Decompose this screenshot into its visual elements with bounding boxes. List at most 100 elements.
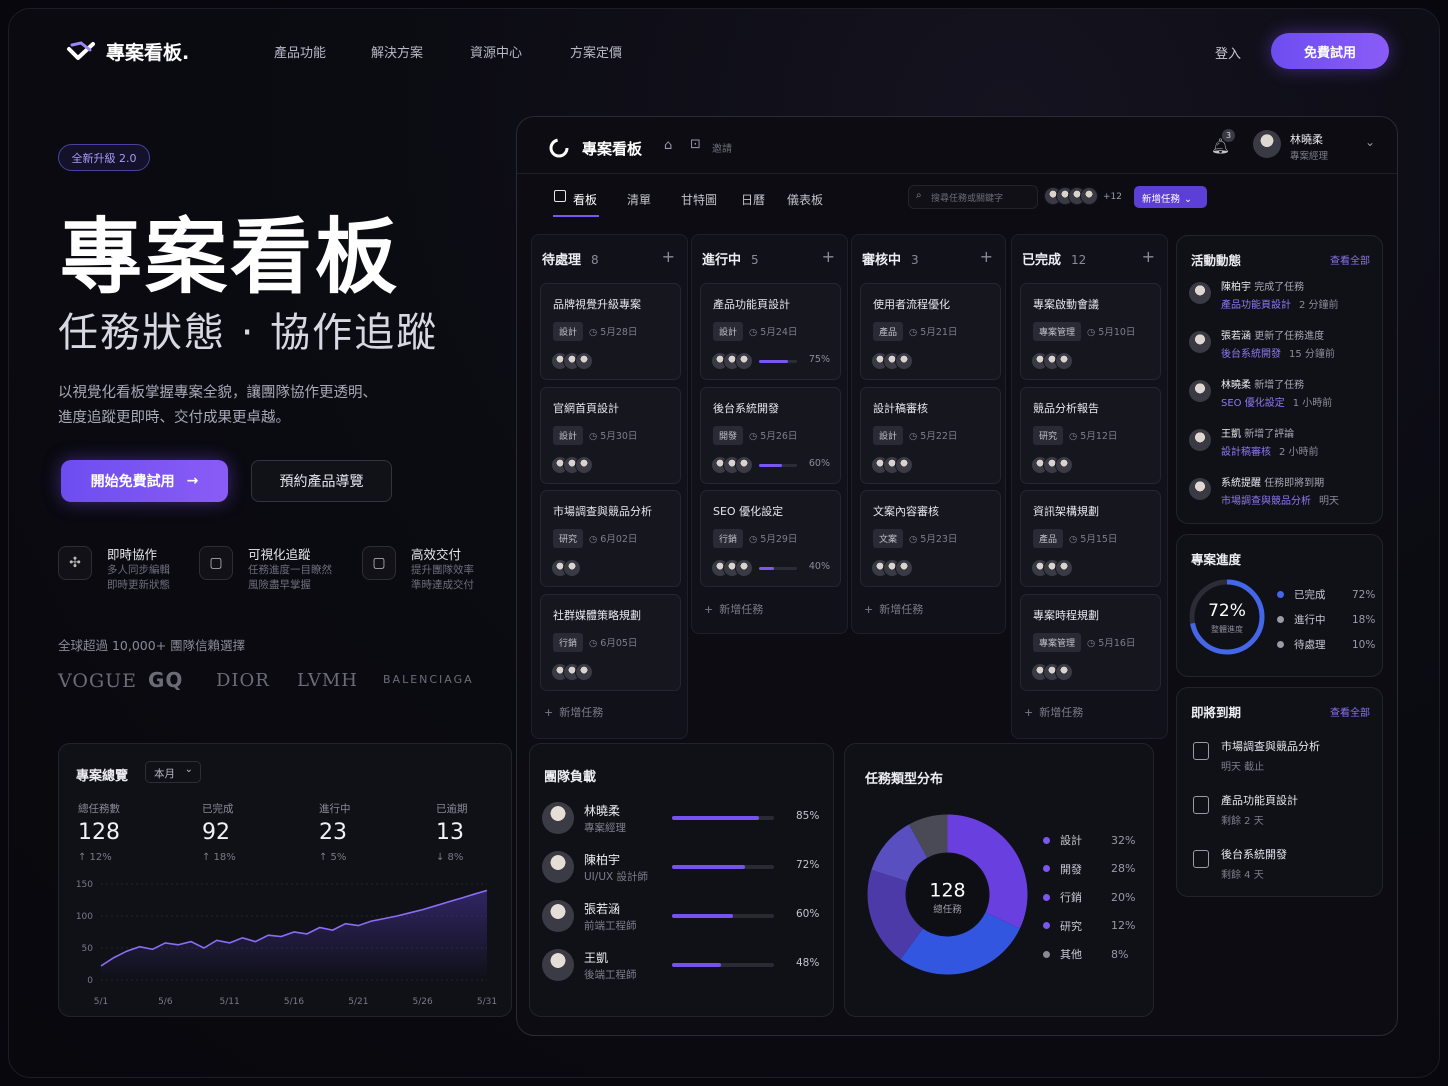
task-card[interactable]: SEO 優化設定 行銷 ◷ 5月29日 40%: [700, 490, 841, 587]
task-card[interactable]: 品牌視覺升級專案 設計 ◷ 5月28日: [540, 283, 681, 380]
start-trial-button[interactable]: 開始免費試用 →: [61, 460, 228, 502]
task-card[interactable]: 後台系統開發 開發 ◷ 5月26日 60%: [700, 386, 841, 484]
activity-task-link[interactable]: 後台系統開發: [1221, 349, 1281, 360]
task-card[interactable]: 專案時程規劃 專案管理 ◷ 5月16日: [1020, 593, 1161, 691]
activity-task-link[interactable]: 設計稿審核: [1221, 447, 1271, 458]
home-icon[interactable]: ⌂: [664, 138, 672, 153]
task-card[interactable]: 專案啟動會議 專案管理 ◷ 5月10日: [1020, 283, 1161, 380]
legend-dot: [1043, 893, 1050, 901]
upcoming-due: 明天 截止: [1221, 762, 1265, 773]
stat-value: 13: [436, 820, 464, 845]
share-icon[interactable]: ⊡: [690, 137, 701, 152]
upcoming-item[interactable]: 產品功能頁設計 剩餘 2 天: [1189, 792, 1374, 832]
activity-task-link[interactable]: 市場調查與競品分析: [1221, 496, 1311, 507]
legend-dot: [1277, 616, 1284, 623]
task-card[interactable]: 社群媒體策略規劃 行銷 ◷ 6月05日: [540, 593, 681, 691]
task-card[interactable]: 資訊架構規劃 產品 ◷ 5月15日: [1020, 490, 1161, 587]
workload-fill: [672, 816, 759, 820]
task-card[interactable]: 設計稿審核 設計 ◷ 5月22日: [860, 386, 1001, 484]
progress-title: 專案進度: [1191, 552, 1242, 567]
upcoming-title: 即將到期: [1191, 705, 1242, 720]
collab-icon: ✣: [58, 546, 92, 580]
workload-bar: [672, 816, 774, 820]
task-assignees: [1031, 559, 1073, 577]
activity-item[interactable]: 系統提醒 任務即將到期 市場調查與競品分析 明天: [1189, 474, 1374, 514]
activity-item[interactable]: 張若涵 更新了任務進度 後台系統開發 15 分鐘前: [1189, 327, 1374, 367]
feature-collab: ✣ 即時協作 多人同步編輯 即時更新狀態: [58, 544, 198, 596]
column-count: 5: [751, 253, 759, 267]
activity-view-all[interactable]: 查看全部: [1330, 252, 1370, 267]
workload-value: 72%: [796, 859, 820, 871]
activity-item[interactable]: 林曉柔 新增了任務 SEO 優化設定 1 小時前: [1189, 376, 1374, 416]
task-card[interactable]: 競品分析報告 研究 ◷ 5月12日: [1020, 386, 1161, 484]
avatar-more[interactable]: +12: [1103, 192, 1122, 202]
brand-name[interactable]: 專案看板.: [106, 38, 189, 65]
invite-button[interactable]: 邀請: [712, 140, 732, 155]
column-name: 已完成: [1022, 253, 1062, 268]
add-task-button[interactable]: + 新增任務: [544, 704, 603, 720]
add-icon[interactable]: +: [1142, 247, 1155, 266]
activity-task-link[interactable]: 產品功能頁設計: [1221, 300, 1291, 311]
task-card[interactable]: 官網首頁設計 設計 ◷ 5月30日: [540, 386, 681, 484]
nav-solutions[interactable]: 解決方案: [371, 42, 423, 61]
tab-dashboard[interactable]: 儀表板: [787, 191, 823, 208]
new-task-button[interactable]: 新增任務 ⌄: [1134, 186, 1207, 208]
tab-board[interactable]: 看板: [573, 191, 597, 208]
logo-icon[interactable]: [66, 40, 96, 62]
upcoming-view-all[interactable]: 查看全部: [1330, 704, 1370, 719]
add-icon[interactable]: +: [980, 247, 993, 266]
task-date: 5月15日: [1080, 534, 1118, 545]
feature-tracking: ▢ 可視化追蹤 任務進度一目瞭然 風險盡早掌握: [199, 544, 349, 596]
column-title: 審核中 3: [862, 249, 919, 268]
team-avatars: [1044, 187, 1098, 205]
add-icon[interactable]: +: [662, 247, 675, 266]
free-trial-button[interactable]: 免費試用: [1271, 33, 1389, 69]
task-card[interactable]: 文案內容審核 文案 ◷ 5月23日: [860, 490, 1001, 587]
progress-panel: 專案進度 72% 整體進度 已完成 72% 進行中 18% 待處理 10%: [1176, 534, 1383, 677]
brand-dior: DIOR: [216, 670, 270, 691]
activity-item[interactable]: 王凱 新增了評論 設計稿審核 2 小時前: [1189, 425, 1374, 465]
login-link[interactable]: 登入: [1215, 43, 1241, 62]
add-icon[interactable]: +: [822, 247, 835, 266]
chevron-down-icon[interactable]: ⌄: [1365, 135, 1375, 149]
upcoming-task: 後台系統開發: [1221, 848, 1287, 861]
task-title: 競品分析報告: [1033, 401, 1099, 415]
tab-gantt[interactable]: 甘特圖: [681, 191, 717, 208]
task-card[interactable]: 市場調查與競品分析 研究 ◷ 6月02日: [540, 490, 681, 587]
member-name: 王凱: [584, 951, 609, 965]
avatar: [575, 455, 593, 474]
book-demo-button[interactable]: 預約產品導覽: [251, 460, 392, 502]
stat-change: ↓ 8%: [436, 852, 464, 863]
workload-panel: 團隊負載 林曉柔 專案經理 85% 陳柏宇 UI/UX 設計師 72% 張若涵 前端工程師 60…: [529, 743, 834, 1017]
tab-calendar[interactable]: 日曆: [741, 191, 765, 208]
add-task-button[interactable]: + 新增任務: [704, 601, 763, 617]
upcoming-item[interactable]: 後台系統開發 剩餘 4 天: [1189, 846, 1374, 886]
stat-change: ↑ 18%: [202, 852, 236, 863]
upcoming-item[interactable]: 市場調查與競品分析 明天 截止: [1189, 738, 1374, 778]
task-date: 5月30日: [600, 430, 638, 442]
x-tick-label: 5/1: [94, 997, 108, 1007]
legend-value: 8%: [1111, 947, 1129, 961]
period-select[interactable]: 本月 ⌄: [145, 761, 201, 783]
user-avatar[interactable]: [1253, 130, 1281, 158]
avatar: [895, 559, 913, 577]
add-task-button[interactable]: + 新增任務: [1024, 704, 1083, 720]
nav-pricing[interactable]: 方案定價: [570, 42, 622, 61]
search-input[interactable]: ⌕ 搜尋任務或關鍵字: [908, 185, 1038, 209]
nav-resources[interactable]: 資源中心: [470, 42, 522, 61]
app-logo-icon[interactable]: [548, 137, 570, 159]
task-tag: 產品: [873, 322, 904, 341]
stat-label: 進行中: [319, 803, 351, 815]
add-task-button[interactable]: + 新增任務: [864, 601, 923, 617]
task-date: 5月23日: [920, 534, 958, 545]
task-progress-fill: [759, 463, 782, 467]
task-card[interactable]: 產品功能頁設計 設計 ◷ 5月24日 75%: [700, 283, 841, 380]
activity-item[interactable]: 陳柏宇 完成了任務 產品功能頁設計 2 分鐘前: [1189, 278, 1374, 318]
nav-product[interactable]: 產品功能: [274, 42, 326, 61]
task-card[interactable]: 使用者流程優化 產品 ◷ 5月21日: [860, 283, 1001, 380]
distribution-legend-item: 開發 28%: [1043, 861, 1143, 877]
task-tag: 設計: [873, 425, 904, 445]
activity-task-link[interactable]: SEO 優化設定: [1221, 398, 1285, 409]
notification-badge: 3: [1222, 129, 1235, 142]
tab-list[interactable]: 清單: [627, 191, 651, 208]
